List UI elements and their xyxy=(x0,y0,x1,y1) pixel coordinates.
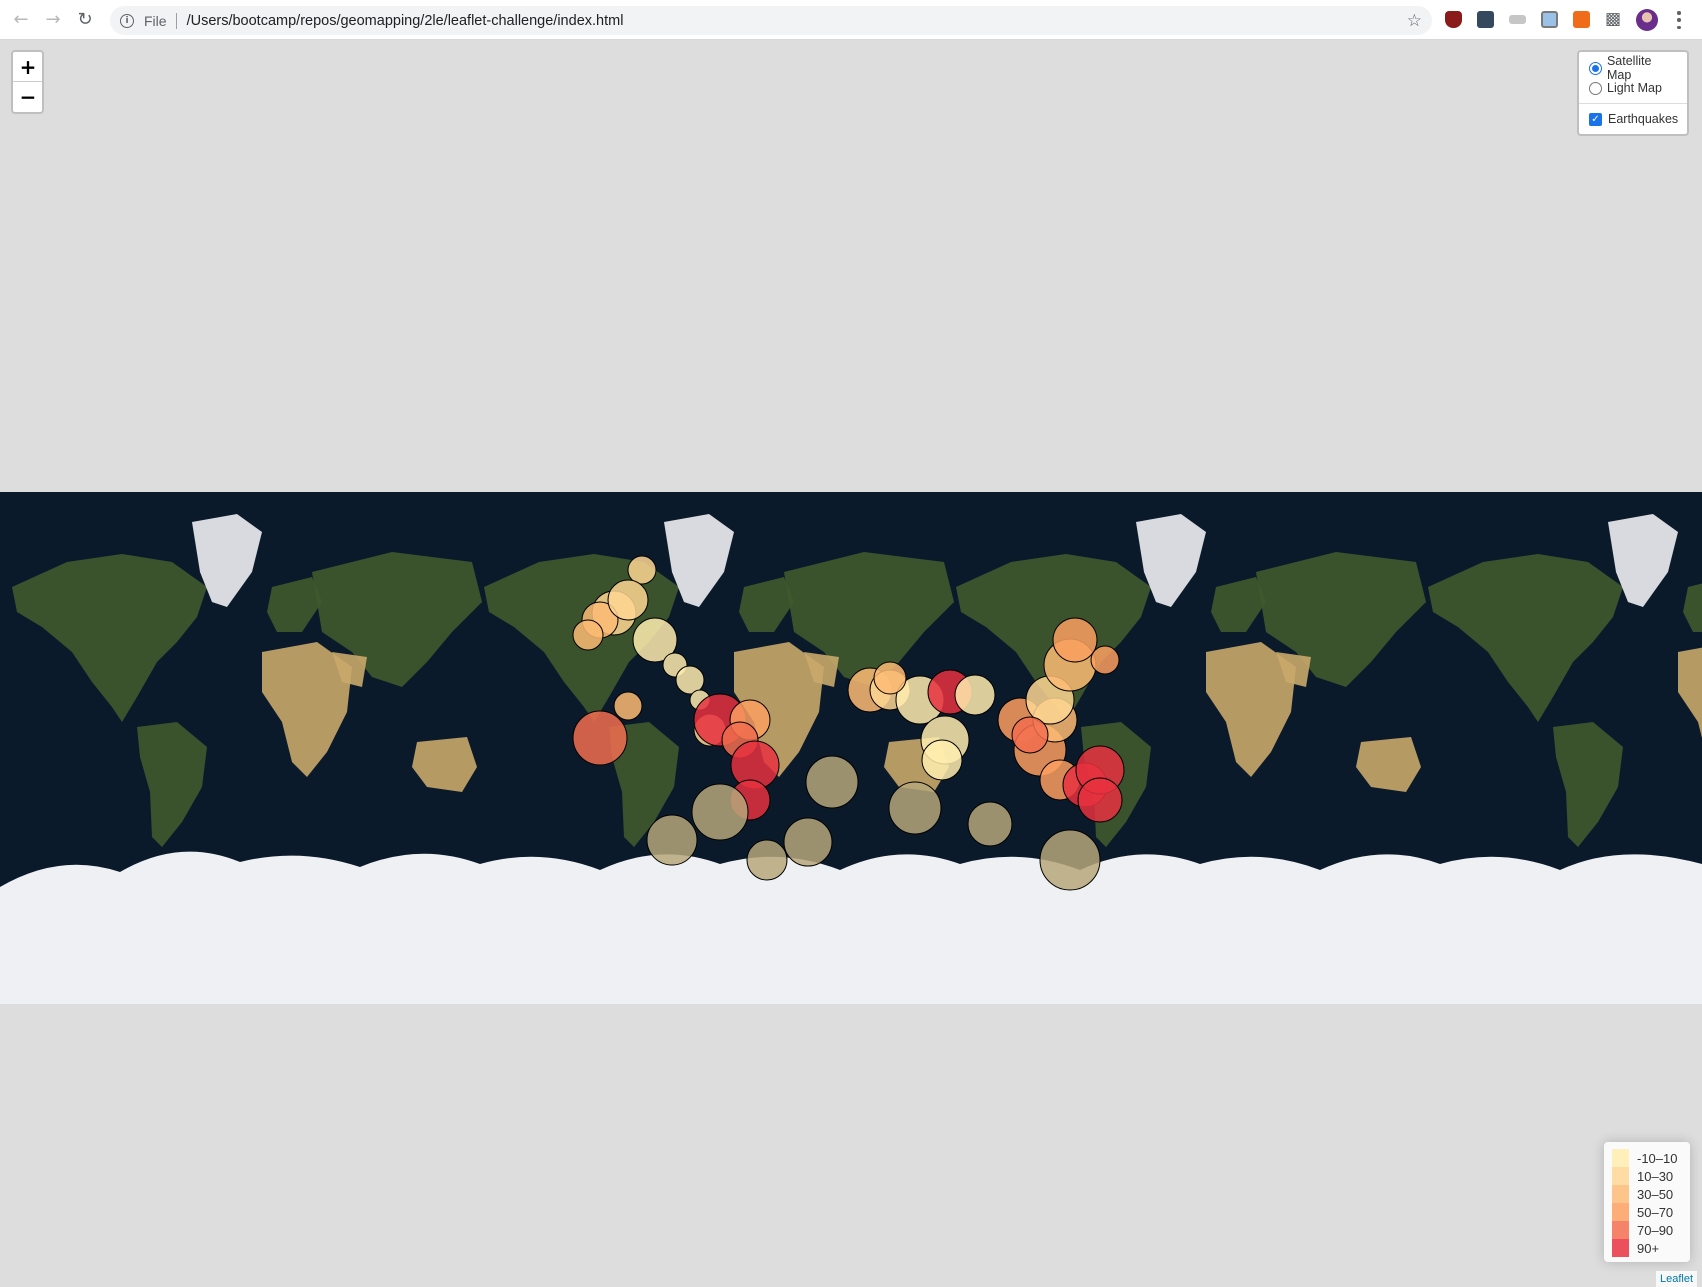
overlay-label: Earthquakes xyxy=(1608,112,1679,126)
back-arrow-icon[interactable]: ← xyxy=(10,9,32,31)
satellite-tiles xyxy=(0,492,1702,1004)
extension-icon[interactable] xyxy=(1477,11,1494,28)
legend-label: 50–70 xyxy=(1637,1204,1674,1220)
zoom-control: + − xyxy=(11,50,44,114)
extension-icon[interactable] xyxy=(1509,15,1526,24)
legend-item: 70–90 xyxy=(1612,1221,1682,1239)
legend-label: 70–90 xyxy=(1637,1222,1674,1238)
light-radio[interactable] xyxy=(1589,81,1602,95)
reload-icon[interactable]: ↻ xyxy=(74,9,96,31)
depth-legend: -10–10 10–30 30–50 50–70 70–90 90+ xyxy=(1604,1142,1690,1262)
extension-icon[interactable] xyxy=(1573,11,1590,28)
legend-swatch xyxy=(1612,1149,1629,1167)
url-separator xyxy=(175,12,177,29)
star-icon[interactable]: ☆ xyxy=(1407,11,1422,31)
legend-item: 30–50 xyxy=(1612,1185,1682,1203)
layer-control: Satellite Map Light Map ✓ Earthquakes xyxy=(1577,50,1689,136)
overlay-option-earthquakes[interactable]: ✓ Earthquakes xyxy=(1589,109,1679,129)
more-icon[interactable] xyxy=(1672,9,1686,31)
forward-arrow-icon[interactable]: → xyxy=(42,9,64,31)
legend-swatch xyxy=(1612,1185,1629,1203)
legend-swatch xyxy=(1612,1167,1629,1185)
legend-swatch xyxy=(1612,1239,1629,1257)
legend-item: -10–10 xyxy=(1612,1149,1682,1167)
legend-label: 90+ xyxy=(1637,1240,1660,1256)
legend-swatch xyxy=(1612,1203,1629,1221)
legend-swatch xyxy=(1612,1221,1629,1239)
ublock-icon[interactable] xyxy=(1445,11,1462,28)
url-scheme: File xyxy=(144,12,167,29)
legend-label: 30–50 xyxy=(1637,1186,1674,1202)
leaflet-attribution[interactable]: Leaflet xyxy=(1656,1271,1698,1287)
layer-option-satellite[interactable]: Satellite Map xyxy=(1589,54,1679,82)
legend-item: 90+ xyxy=(1612,1239,1682,1257)
browser-toolbar: ← → ↻ i File /Users/bootcamp/repos/geoma… xyxy=(0,0,1702,40)
zoom-in-button[interactable]: + xyxy=(13,52,42,82)
address-bar[interactable]: i File /Users/bootcamp/repos/geomapping/… xyxy=(110,6,1432,35)
zoom-out-button[interactable]: − xyxy=(13,82,42,112)
legend-item: 50–70 xyxy=(1612,1203,1682,1221)
earthquakes-checkbox[interactable]: ✓ xyxy=(1589,112,1602,126)
info-icon[interactable]: i xyxy=(120,13,134,28)
url-text[interactable]: /Users/bootcamp/repos/geomapping/2le/lea… xyxy=(187,13,624,29)
layer-label: Light Map xyxy=(1607,81,1662,95)
satellite-radio[interactable] xyxy=(1589,61,1602,75)
legend-label: 10–30 xyxy=(1637,1168,1674,1184)
extension-icon[interactable] xyxy=(1541,11,1558,28)
legend-label: -10–10 xyxy=(1637,1150,1678,1166)
antarctica-ice xyxy=(0,851,1702,1004)
layer-separator xyxy=(1579,103,1687,104)
legend-item: 10–30 xyxy=(1612,1167,1682,1185)
layer-label: Satellite Map xyxy=(1606,54,1652,82)
puzzle-icon[interactable]: ▩ xyxy=(1605,11,1622,28)
avatar[interactable] xyxy=(1636,9,1658,31)
map-container[interactable]: + − Satellite Map Light Map ✓ Earthquake… xyxy=(0,40,1702,1287)
